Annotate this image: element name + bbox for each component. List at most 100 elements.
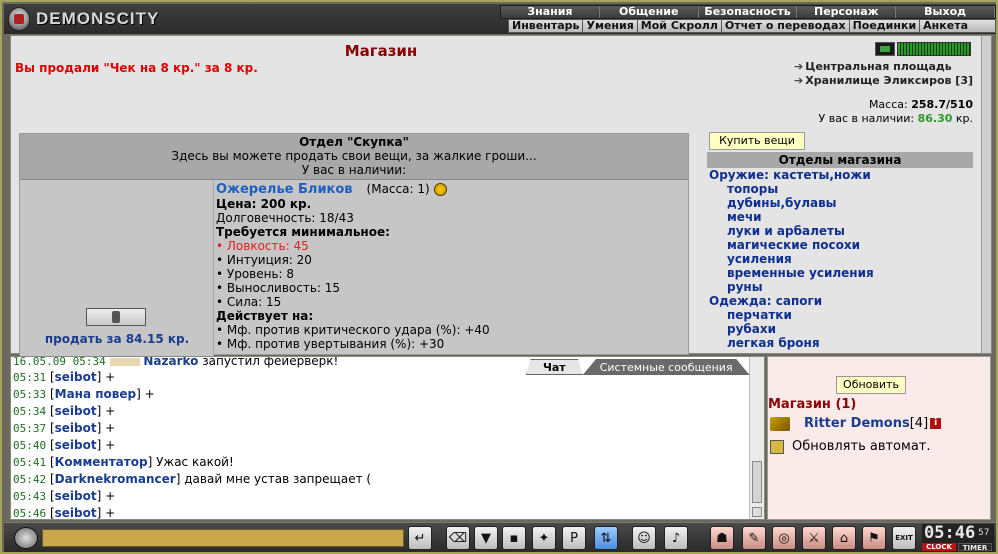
exit-icon[interactable]: EXIT (892, 526, 916, 550)
chat-time[interactable]: 05:34 (13, 405, 46, 418)
page-title: Магазин (344, 42, 418, 60)
sell-item-link[interactable]: продать за 84.15 кр. (20, 332, 214, 346)
menu-character[interactable]: Персонаж (797, 6, 897, 18)
effects-title: Действует на: (216, 309, 314, 323)
send-icon[interactable]: ↵ (408, 526, 432, 550)
menu-communication[interactable]: Общение (600, 6, 699, 18)
item-image (86, 308, 146, 326)
department-header: Отдел "Скупка" Здесь вы можете продать с… (20, 134, 688, 180)
submenu-my-scroll[interactable]: Мой Скролл (638, 20, 722, 32)
departments-title: Отделы магазина (707, 152, 973, 168)
shop-icon[interactable]: ⌂ (832, 526, 856, 550)
chat-nick[interactable]: Darknekromancer (55, 472, 176, 486)
chat-tabs: Чат Системные сообщения (526, 359, 750, 375)
submenu-inventory[interactable]: Инвентарь (509, 20, 584, 32)
info-icon[interactable]: i (930, 418, 942, 429)
smile-head-icon[interactable] (14, 527, 38, 549)
chat-nick[interactable]: seibot (55, 506, 97, 520)
flag-icon[interactable]: ⚑ (862, 526, 886, 550)
chat-text: + (101, 370, 116, 384)
scroll-down-arrow[interactable] (752, 507, 762, 517)
category-item[interactable]: усиления (707, 252, 973, 266)
arrow-right-icon: ➔ (794, 74, 804, 87)
category-item[interactable]: Оружие: кастеты,ножи (707, 168, 973, 182)
chat-time[interactable]: 05:33 (13, 388, 46, 401)
online-user: Ritter Demons [4] i (770, 416, 942, 431)
scroll-icon[interactable]: ✎ (742, 526, 766, 550)
chat-time[interactable]: 05:37 (13, 422, 46, 435)
site-name: DEMONSCITY (36, 9, 160, 28)
category-item[interactable]: мечи (707, 210, 973, 224)
auto-refresh-option[interactable]: Обновлять автомат. (770, 439, 931, 454)
clock-seconds: 57 (978, 528, 990, 538)
save-icon[interactable]: ▪ (502, 526, 526, 550)
chat-line: 05:43 [seibot] + (13, 489, 116, 503)
chat-line: 05:42 [Darknekromancer] давай мне устав … (13, 472, 372, 486)
chat-time[interactable]: 05:41 (13, 456, 46, 469)
artifact-icon (433, 183, 447, 196)
chat-nick[interactable]: seibot (55, 404, 97, 418)
eraser-icon[interactable]: ⌫ (446, 526, 470, 550)
refresh-button[interactable]: Обновить (836, 376, 906, 394)
tab-chat[interactable]: Чат (526, 359, 583, 375)
submenu-profile[interactable]: Анкета (920, 20, 971, 32)
chat-nick[interactable]: seibot (55, 489, 97, 503)
scroll-thumb[interactable] (752, 461, 762, 503)
chat-time[interactable]: 05:31 (13, 371, 46, 384)
chat-scrollbar[interactable] (749, 357, 764, 519)
map-icon[interactable]: ◎ (772, 526, 796, 550)
smiley-icon[interactable]: ☺ (632, 526, 656, 550)
battle-icon[interactable]: ⚔ (802, 526, 826, 550)
category-item[interactable]: легкая броня (707, 336, 973, 350)
tab-system-messages[interactable]: Системные сообщения (582, 359, 750, 375)
chat-nick[interactable]: seibot (55, 421, 97, 435)
chat-time[interactable]: 05:42 (13, 473, 46, 486)
category-item[interactable]: временные усиления (707, 266, 973, 280)
category-item[interactable]: Одежда: сапоги (707, 294, 973, 308)
filter-icon[interactable]: ▼ (474, 526, 498, 550)
chat-time[interactable]: 05:46 (13, 507, 46, 520)
main-menu: Знания Общение Безопасность Персонаж Вых… (500, 5, 996, 19)
fight-icon[interactable]: ✦ (532, 526, 556, 550)
chat-nick[interactable]: seibot (55, 438, 97, 452)
page-scrollbar[interactable] (981, 36, 991, 353)
menu-security[interactable]: Безопасность (699, 6, 798, 18)
chat-time[interactable]: 05:43 (13, 490, 46, 503)
menu-exit[interactable]: Выход (896, 6, 995, 18)
online-panel: Обновить Магазин (1) Ritter Demons [4] i… (767, 356, 991, 520)
category-item[interactable]: дубины,булавы (707, 196, 973, 210)
menu-knowledge[interactable]: Знания (501, 6, 600, 18)
category-item[interactable]: топоры (707, 182, 973, 196)
auto-refresh-checkbox[interactable] (770, 439, 784, 454)
category-item[interactable]: перчатки (707, 308, 973, 322)
hp-indicator (875, 42, 971, 56)
category-item[interactable]: руны (707, 280, 973, 294)
chat-nick[interactable]: Комментатор (55, 455, 148, 469)
speaker-icon[interactable]: ♪ (664, 526, 688, 550)
link-central-square[interactable]: ➔ Центральная площадь (794, 60, 973, 74)
category-item[interactable]: луки и арбалеты (707, 224, 973, 238)
category-item[interactable]: магические посохи (707, 238, 973, 252)
site-logo[interactable]: DEMONSCITY (8, 6, 159, 32)
sub-menu: Инвентарь Умения Мой Скролл Отчет о пере… (508, 19, 996, 33)
inventory-icon[interactable]: ☗ (710, 526, 734, 550)
money-label: У вас в наличии: (818, 112, 915, 125)
chat-nick[interactable]: Мана повер (55, 387, 136, 401)
timer-label[interactable]: TIMER (958, 543, 992, 552)
submenu-fights[interactable]: Поединки (850, 20, 921, 32)
item-name[interactable]: Ожерелье Бликов (216, 182, 353, 197)
submenu-skills[interactable]: Умения (583, 20, 638, 32)
link-elixir-storage[interactable]: ➔ Хранилище Эликсиров [3] (794, 74, 973, 88)
clock-label[interactable]: CLOCK (922, 543, 956, 551)
clock-time: 05:46 (924, 523, 976, 543)
user-nick[interactable]: Ritter Demons (804, 416, 910, 431)
buy-items-button[interactable]: Купить вещи (709, 132, 805, 150)
private-icon[interactable]: P (562, 526, 586, 550)
chat-input[interactable] (42, 529, 404, 547)
submenu-transfer-report[interactable]: Отчет о переводах (722, 20, 850, 32)
chat-time[interactable]: 05:40 (13, 439, 46, 452)
chat-line: 05:46 [seibot] + (13, 506, 116, 520)
chat-nick[interactable]: seibot (55, 370, 97, 384)
filter-messages-icon[interactable]: ⇅ (594, 526, 618, 550)
category-item[interactable]: рубахи (707, 322, 973, 336)
